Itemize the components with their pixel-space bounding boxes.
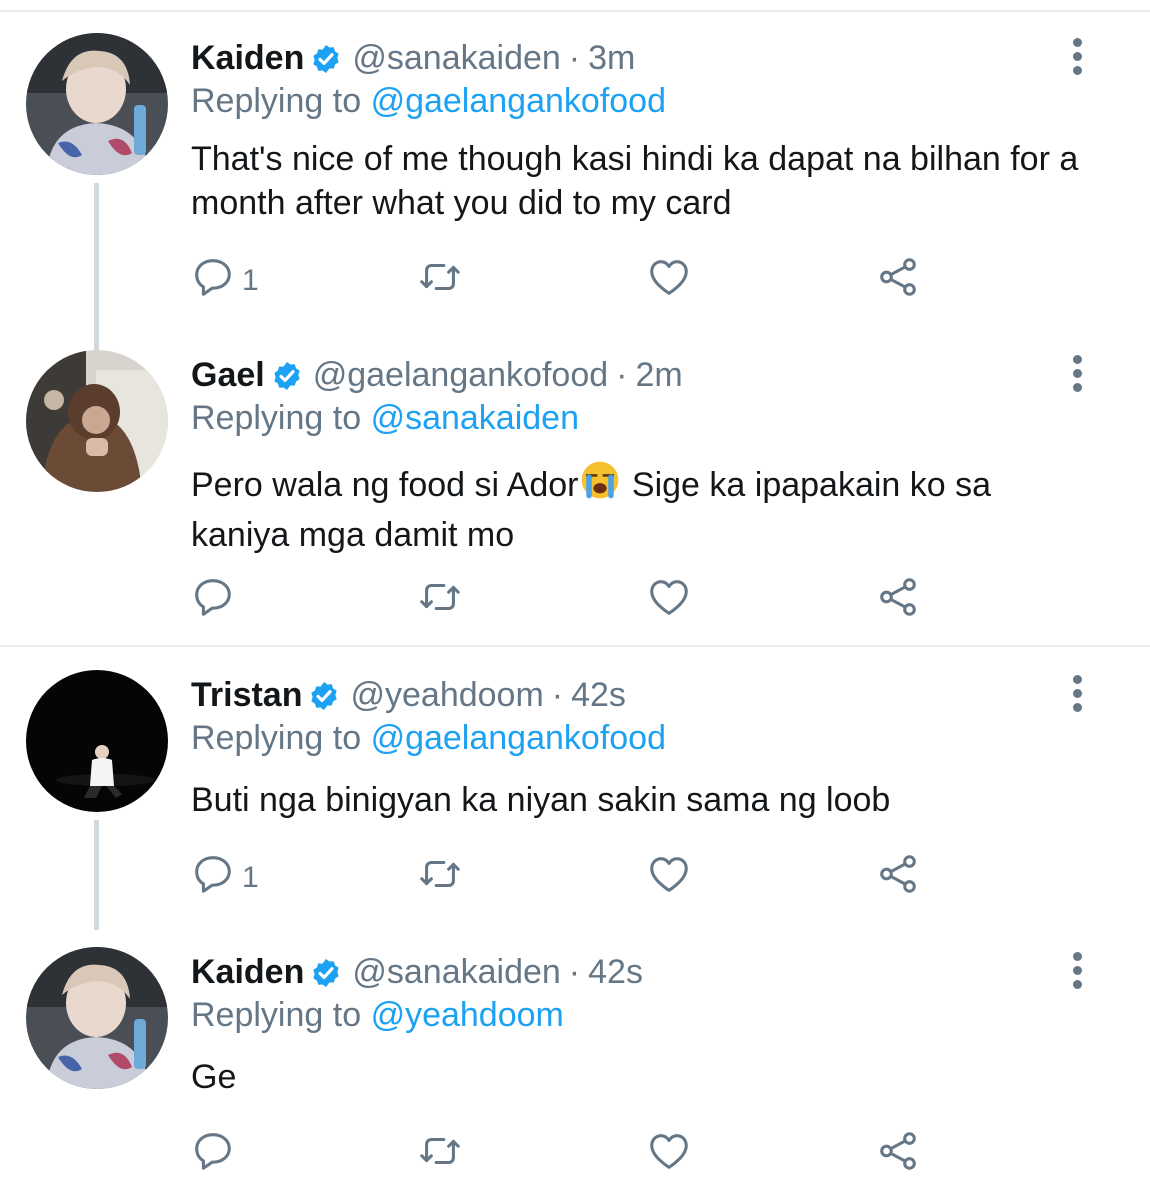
retweet-icon [416, 254, 464, 308]
tweet-text-content: Buti nga binigyan ka niyan sakin sama ng… [191, 781, 891, 819]
more-vertical-icon[interactable] [1062, 675, 1092, 725]
share-icon [875, 254, 921, 308]
like-button[interactable] [646, 258, 692, 304]
replying-to-mention[interactable]: @gaelangankofood [371, 719, 666, 757]
more-vertical-icon[interactable] [1062, 38, 1092, 88]
tweet-text: Ge [191, 1055, 1091, 1099]
retweet-button[interactable] [416, 1132, 464, 1178]
avatar[interactable] [26, 350, 168, 492]
tweet-text: That's nice of me though kasi hindi ka d… [191, 137, 1091, 225]
author-name[interactable]: Gael [191, 356, 265, 394]
action-bar: 1 [190, 855, 950, 905]
heart-icon [646, 1128, 692, 1182]
conversation-separator [0, 645, 1150, 647]
reply-icon [190, 254, 236, 308]
heart-icon [646, 574, 692, 628]
share-button[interactable] [875, 1132, 921, 1178]
replying-to: Replying to @gaelangankofood [191, 718, 666, 758]
thread-line [94, 183, 99, 371]
share-button[interactable] [875, 258, 921, 304]
reply-icon [190, 574, 236, 628]
author-name[interactable]: Kaiden [191, 953, 304, 991]
retweet-button[interactable] [416, 258, 464, 304]
author-handle[interactable]: @sanakaiden [352, 953, 560, 991]
verified-badge-icon [271, 360, 303, 401]
retweet-icon [416, 574, 464, 628]
tweet-text: Pero wala ng food si Ador Sige ka ipapak… [191, 458, 1091, 557]
tweet-header: Kaiden @sanakaiden · 42s [191, 952, 643, 992]
author-name[interactable]: Tristan [191, 676, 302, 714]
like-button[interactable] [646, 855, 692, 901]
author-handle[interactable]: @sanakaiden [352, 39, 560, 77]
tweet-text-content: Pero wala ng food si Ador [191, 466, 579, 504]
tweet-header: Kaiden @sanakaiden · 3m [191, 38, 635, 78]
replying-to-mention[interactable]: @sanakaiden [371, 399, 579, 437]
share-icon [875, 574, 921, 628]
reply-icon [190, 1128, 236, 1182]
replying-to-label: Replying to [191, 82, 362, 120]
tweet-text: Buti nga binigyan ka niyan sakin sama ng… [191, 778, 1091, 822]
replying-to: Replying to @sanakaiden [191, 398, 579, 438]
tweet-header: Gael @gaelangankofood · 2m [191, 355, 683, 395]
reply-icon [190, 851, 236, 905]
replying-to-mention[interactable]: @yeahdoom [371, 996, 564, 1034]
heart-icon [646, 851, 692, 905]
retweet-icon [416, 851, 464, 905]
action-bar: 1 [190, 258, 950, 308]
timestamp[interactable]: 3m [588, 39, 635, 77]
separator-dot: · [616, 356, 628, 394]
reply-count: 1 [242, 861, 259, 894]
author-name[interactable]: Kaiden [191, 39, 304, 77]
action-bar [190, 1132, 950, 1182]
avatar[interactable] [26, 33, 168, 175]
retweet-button[interactable] [416, 578, 464, 624]
author-handle[interactable]: @gaelangankofood [313, 356, 608, 394]
action-bar [190, 578, 950, 628]
replying-to-mention[interactable]: @gaelangankofood [371, 82, 666, 120]
verified-badge-icon [310, 43, 342, 84]
like-button[interactable] [646, 1132, 692, 1178]
reply-button[interactable]: 1 [190, 855, 259, 901]
avatar[interactable] [26, 670, 168, 812]
replying-to-label: Replying to [191, 399, 362, 437]
share-icon [875, 851, 921, 905]
tweet-text-content: Ge [191, 1058, 237, 1096]
verified-badge-icon [310, 957, 342, 998]
avatar[interactable] [26, 947, 168, 1089]
share-button[interactable] [875, 855, 921, 901]
separator-dot: · [551, 676, 564, 714]
share-icon [875, 1128, 921, 1182]
replying-to-label: Replying to [191, 996, 362, 1034]
timestamp[interactable]: 42s [588, 953, 643, 991]
timestamp[interactable]: 2m [635, 356, 682, 394]
top-border [0, 10, 1150, 12]
tweet-header: Tristan @yeahdoom · 42s [191, 675, 626, 715]
heart-icon [646, 254, 692, 308]
replying-to: Replying to @yeahdoom [191, 995, 564, 1035]
replying-to: Replying to @gaelangankofood [191, 81, 666, 121]
tweet-text-content: That's nice of me though kasi hindi ka d… [191, 140, 1079, 222]
separator-dot: · [568, 39, 581, 77]
reply-button[interactable] [190, 1132, 242, 1178]
separator-dot: · [568, 953, 581, 991]
loudly-crying-face-emoji [578, 458, 622, 513]
thread-line [94, 820, 99, 930]
more-vertical-icon[interactable] [1062, 952, 1092, 1002]
reply-button[interactable] [190, 578, 242, 624]
share-button[interactable] [875, 578, 921, 624]
more-vertical-icon[interactable] [1062, 355, 1092, 405]
verified-badge-icon [308, 680, 340, 721]
retweet-button[interactable] [416, 855, 464, 901]
reply-button[interactable]: 1 [190, 258, 259, 304]
reply-count: 1 [242, 264, 259, 297]
retweet-icon [416, 1128, 464, 1182]
author-handle[interactable]: @yeahdoom [350, 676, 543, 714]
timestamp[interactable]: 42s [571, 676, 626, 714]
like-button[interactable] [646, 578, 692, 624]
replying-to-label: Replying to [191, 719, 362, 757]
